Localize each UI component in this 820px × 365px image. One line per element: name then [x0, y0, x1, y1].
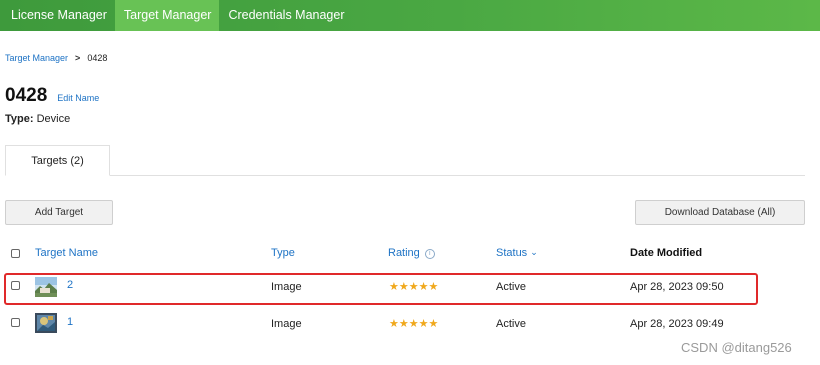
title-row: 0428 Edit Name: [5, 85, 99, 107]
target-name-link[interactable]: 1: [67, 316, 73, 328]
column-header-rating[interactable]: Rating i: [388, 247, 435, 260]
rating-stars-icon: ★★★★★: [389, 281, 439, 293]
column-header-type[interactable]: Type: [271, 247, 295, 259]
column-header-status[interactable]: Status ⌄: [496, 247, 538, 259]
database-type: Type: Device: [5, 113, 70, 125]
status-header-label: Status: [496, 247, 528, 259]
edit-name-link[interactable]: Edit Name: [57, 93, 99, 103]
top-nav: License Manager Target Manager Credentia…: [0, 0, 820, 31]
target-date-modified: Apr 28, 2023 09:50: [630, 281, 724, 293]
download-database-button[interactable]: Download Database (All): [635, 200, 805, 225]
target-type: Image: [271, 318, 302, 330]
table-row[interactable]: 2 Image ★★★★★ Active Apr 28, 2023 09:50: [0, 272, 820, 308]
row-checkbox[interactable]: [11, 281, 20, 290]
nav-credentials-manager[interactable]: Credentials Manager: [219, 0, 352, 31]
target-status: Active: [496, 281, 526, 293]
tabs-divider: [5, 175, 805, 176]
nav-target-manager[interactable]: Target Manager: [114, 0, 220, 31]
rating-header-label: Rating: [388, 247, 420, 259]
breadcrumb: Target Manager > 0428: [5, 53, 107, 63]
column-header-target-name[interactable]: Target Name: [35, 247, 98, 259]
chevron-down-icon: ⌄: [530, 247, 538, 257]
column-header-date-modified: Date Modified: [630, 247, 703, 259]
rating-stars-icon: ★★★★★: [389, 318, 439, 330]
info-icon[interactable]: i: [424, 249, 435, 259]
breadcrumb-current: 0428: [87, 53, 108, 63]
type-label: Type:: [5, 113, 34, 125]
add-target-button[interactable]: Add Target: [5, 200, 113, 225]
nav-license-manager[interactable]: License Manager: [0, 0, 115, 31]
type-value: Device: [36, 113, 71, 125]
target-status: Active: [496, 318, 526, 330]
watermark: CSDN @ditang526: [681, 340, 792, 355]
breadcrumb-separator-icon: >: [75, 53, 81, 63]
target-date-modified: Apr 28, 2023 09:49: [630, 318, 724, 330]
landscape-thumbnail-icon[interactable]: [35, 277, 57, 297]
painting-thumbnail-icon[interactable]: [35, 313, 57, 333]
target-name-link[interactable]: 2: [67, 279, 73, 291]
breadcrumb-target-manager-link[interactable]: Target Manager: [5, 53, 68, 63]
select-all-checkbox[interactable]: [11, 249, 20, 258]
target-type: Image: [271, 281, 302, 293]
tab-targets[interactable]: Targets (2): [5, 145, 110, 176]
page-title: 0428: [5, 85, 48, 106]
row-checkbox[interactable]: [11, 318, 20, 327]
